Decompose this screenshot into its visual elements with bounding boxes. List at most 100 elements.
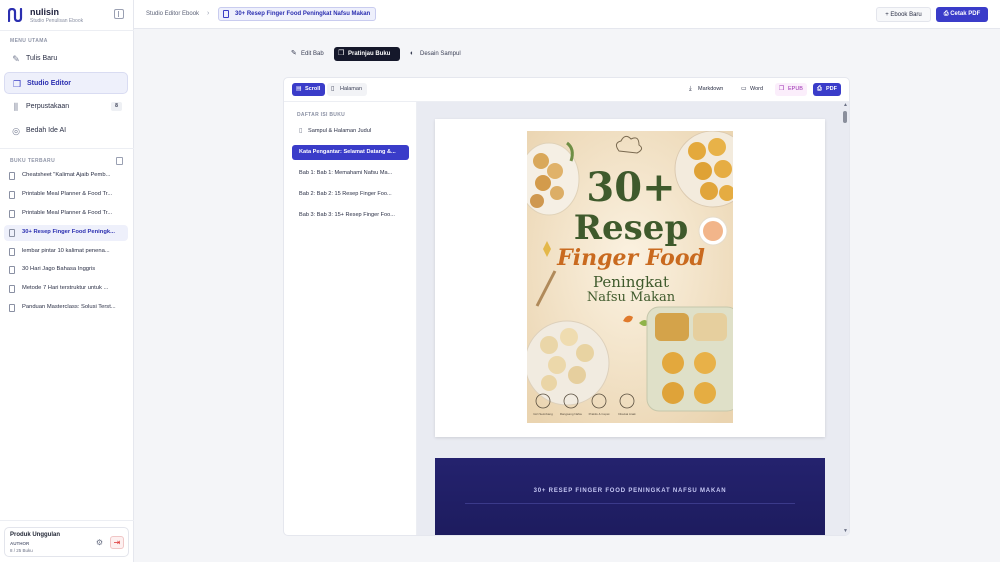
list-item[interactable]: Printable Meal Planner & Food Tr... <box>4 187 128 203</box>
logo-icon <box>8 8 23 22</box>
book-title: Cheatsheet "Kalimat Ajaib Pemb... <box>22 172 111 178</box>
sidebar-item-tulis-baru[interactable]: ✎ Tulis Baru <box>4 48 128 70</box>
sidebar-collapse-icon[interactable] <box>114 9 124 19</box>
document-icon <box>9 172 15 180</box>
divider <box>0 148 134 149</box>
book-icon: ❒ <box>779 86 785 92</box>
tab-edit-bab[interactable]: ✎ Edit Bab <box>287 47 324 61</box>
document-icon <box>9 191 15 199</box>
print-pdf-button[interactable]: ⎙ Cetak PDF <box>936 7 988 22</box>
tab-desain-sampul[interactable]: ◐ Desain Sampul <box>406 47 461 61</box>
export-label: EPUB <box>788 86 803 92</box>
cover-number: 30+ <box>586 164 675 211</box>
bookmark-icon: ▯ <box>299 128 303 134</box>
book-title: Printable Meal Planner & Food Tr... <box>22 210 113 216</box>
toc-item[interactable]: Bab 1: Bab 1: Memahami Nafsu Ma... <box>292 166 409 181</box>
gear-icon[interactable]: ⚙ <box>94 537 105 548</box>
breadcrumb-current[interactable]: 30+ Resep Finger Food Peningkat Nafsu Ma… <box>218 7 377 21</box>
scroll-mode-button[interactable]: ▤ Scroll <box>292 83 326 96</box>
trash-icon[interactable] <box>116 157 123 165</box>
book-open-icon: ❒ <box>12 79 22 89</box>
cover-line4: Nafsu Makan <box>587 290 676 305</box>
brand[interactable]: nulisin Studio Penulisan Ebook <box>8 6 126 26</box>
tab-label: Edit Bab <box>301 51 324 57</box>
title-page: 30+ RESEP FINGER FOOD PENINGKAT NAFSU MA… <box>435 458 825 535</box>
toc-item[interactable]: Bab 3: Bab 3: 15+ Resep Finger Foo... <box>292 208 409 223</box>
printer-icon: ⎙ <box>817 86 822 92</box>
cover-line1: Resep <box>574 208 688 248</box>
export-epub-button[interactable]: ❒ EPUB <box>775 83 807 96</box>
list-item[interactable]: Panduan Masterclass: Solusi Terst... <box>4 300 128 316</box>
toc-item[interactable]: Kata Pengantar: Selamat Datang &... <box>292 145 409 160</box>
topbar: Studio Editor Ebook › 30+ Resep Finger F… <box>134 0 1000 29</box>
tab-label: Desain Sampul <box>420 51 461 57</box>
count-badge: 8 <box>111 102 122 111</box>
scroll-up-icon[interactable]: ▲ <box>843 102 848 108</box>
sidebar-item-label: Studio Editor <box>27 80 71 87</box>
table-of-contents: DAFTAR ISI BUKU ▯ Sampul & Halaman Judul … <box>284 102 417 535</box>
list-item[interactable]: Cheatsheet "Kalimat Ajaib Pemb... <box>4 168 128 184</box>
app-name: nulisin <box>30 7 59 17</box>
divider <box>465 503 795 504</box>
breadcrumb-root[interactable]: Studio Editor Ebook <box>146 11 199 17</box>
cover-line3: Peningkat <box>593 273 669 291</box>
sidebar: nulisin Studio Penulisan Ebook MENU UTAM… <box>0 0 134 562</box>
document-icon <box>9 210 15 218</box>
book-title: Printable Meal Planner & Food Tr... <box>22 191 113 197</box>
export-markdown-button[interactable]: ⤓ Markdown <box>685 83 727 96</box>
scroll-down-icon[interactable]: ▼ <box>843 528 848 534</box>
palette-icon: ◐ <box>410 50 415 57</box>
profile-book-count: 8 / 25 Buku <box>10 548 33 553</box>
book-viewer[interactable]: 30+ Resep Finger Food Peningkat Nafsu Ma… <box>417 102 849 535</box>
mode-label: Halaman <box>340 86 363 92</box>
sidebar-item-label: Bedah Ide AI <box>26 127 67 134</box>
list-item[interactable]: Metode 7 Hari terstruktur untuk ... <box>4 281 128 297</box>
page-icon: ▯ <box>331 86 335 92</box>
scroll-thumb[interactable] <box>843 111 847 123</box>
toc-item[interactable]: ▯ Sampul & Halaman Judul <box>292 124 409 139</box>
tab-pratinjau-buku[interactable]: ❒ Pratinjau Buku <box>334 47 400 61</box>
export-word-button[interactable]: ▭ Word <box>737 83 767 96</box>
cover-page: 30+ Resep Finger Food Peningkat Nafsu Ma… <box>435 119 825 437</box>
logout-icon[interactable]: ⇥ <box>110 536 124 549</box>
toc-item-label: Bab 3: Bab 3: 15+ Resep Finger Foo... <box>299 212 395 218</box>
toc-item[interactable]: Bab 2: Bab 2: 15 Resep Finger Foo... <box>292 187 409 202</box>
cover-line2: Finger Food <box>556 245 705 271</box>
sidebar-item-studio-editor[interactable]: ❒ Studio Editor <box>4 72 128 94</box>
sidebar-item-perpustakaan[interactable]: ⫼ Perpustakaan 8 <box>4 96 128 118</box>
app-tagline: Studio Penulisan Ebook <box>30 18 84 24</box>
book-title: Panduan Masterclass: Solusi Terst... <box>22 304 116 310</box>
print-pdf-label: Cetak PDF <box>950 11 981 17</box>
compass-icon: ◎ <box>12 126 20 136</box>
breadcrumb-current-label: 30+ Resep Finger Food Peningkat Nafsu Ma… <box>235 11 371 17</box>
list-item[interactable]: lembar pintar 10 kalimat penena... <box>4 244 128 260</box>
toc-item-label: Bab 2: Bab 2: 15 Resep Finger Foo... <box>299 191 392 197</box>
export-label: PDF <box>826 86 837 92</box>
preview-toolbar: ▤ Scroll ▯ Halaman ⤓ Markdown ▭ Word ❒ E… <box>284 78 849 102</box>
download-icon: ⤓ <box>689 86 692 92</box>
list-item[interactable]: 30+ Resep Finger Food Peningk... <box>4 225 128 241</box>
export-label: Word <box>750 86 764 92</box>
cover-feature: Disukai Anak <box>618 412 636 416</box>
new-ebook-label: Ebook Baru <box>890 12 922 18</box>
scrollbar[interactable]: ▲ ▼ <box>842 102 848 534</box>
page-mode-button[interactable]: ▯ Halaman <box>327 83 368 96</box>
toc-item-label: Bab 1: Bab 1: Memahami Nafsu Ma... <box>299 170 393 176</box>
profile-role: AUTHOR <box>10 541 30 546</box>
new-ebook-button[interactable]: + Ebook Baru <box>876 7 931 22</box>
sidebar-item-label: Perpustakaan <box>26 103 70 110</box>
divider <box>0 520 134 521</box>
chevron-right-icon: › <box>207 10 210 17</box>
sidebar-item-bedah-ide-ai[interactable]: ◎ Bedah Ide AI <box>4 120 128 142</box>
list-item[interactable]: 30 Hari Jago Bahasa Inggris <box>4 262 128 278</box>
cover-feature: Rangsang Nafsu <box>560 412 583 416</box>
pen-icon: ✎ <box>12 54 20 64</box>
list-item[interactable]: Printable Meal Planner & Food Tr... <box>4 206 128 222</box>
document-icon <box>9 266 15 274</box>
scroll-icon: ▤ <box>296 86 302 92</box>
preview-panel: ▤ Scroll ▯ Halaman ⤓ Markdown ▭ Word ❒ E… <box>283 77 850 536</box>
library-icon: ⫼ <box>13 102 19 112</box>
book-title: 30+ Resep Finger Food Peningk... <box>22 229 115 235</box>
book-title: Metode 7 Hari terstruktur untuk ... <box>22 285 109 291</box>
export-pdf-button[interactable]: ⎙ PDF <box>813 83 841 96</box>
